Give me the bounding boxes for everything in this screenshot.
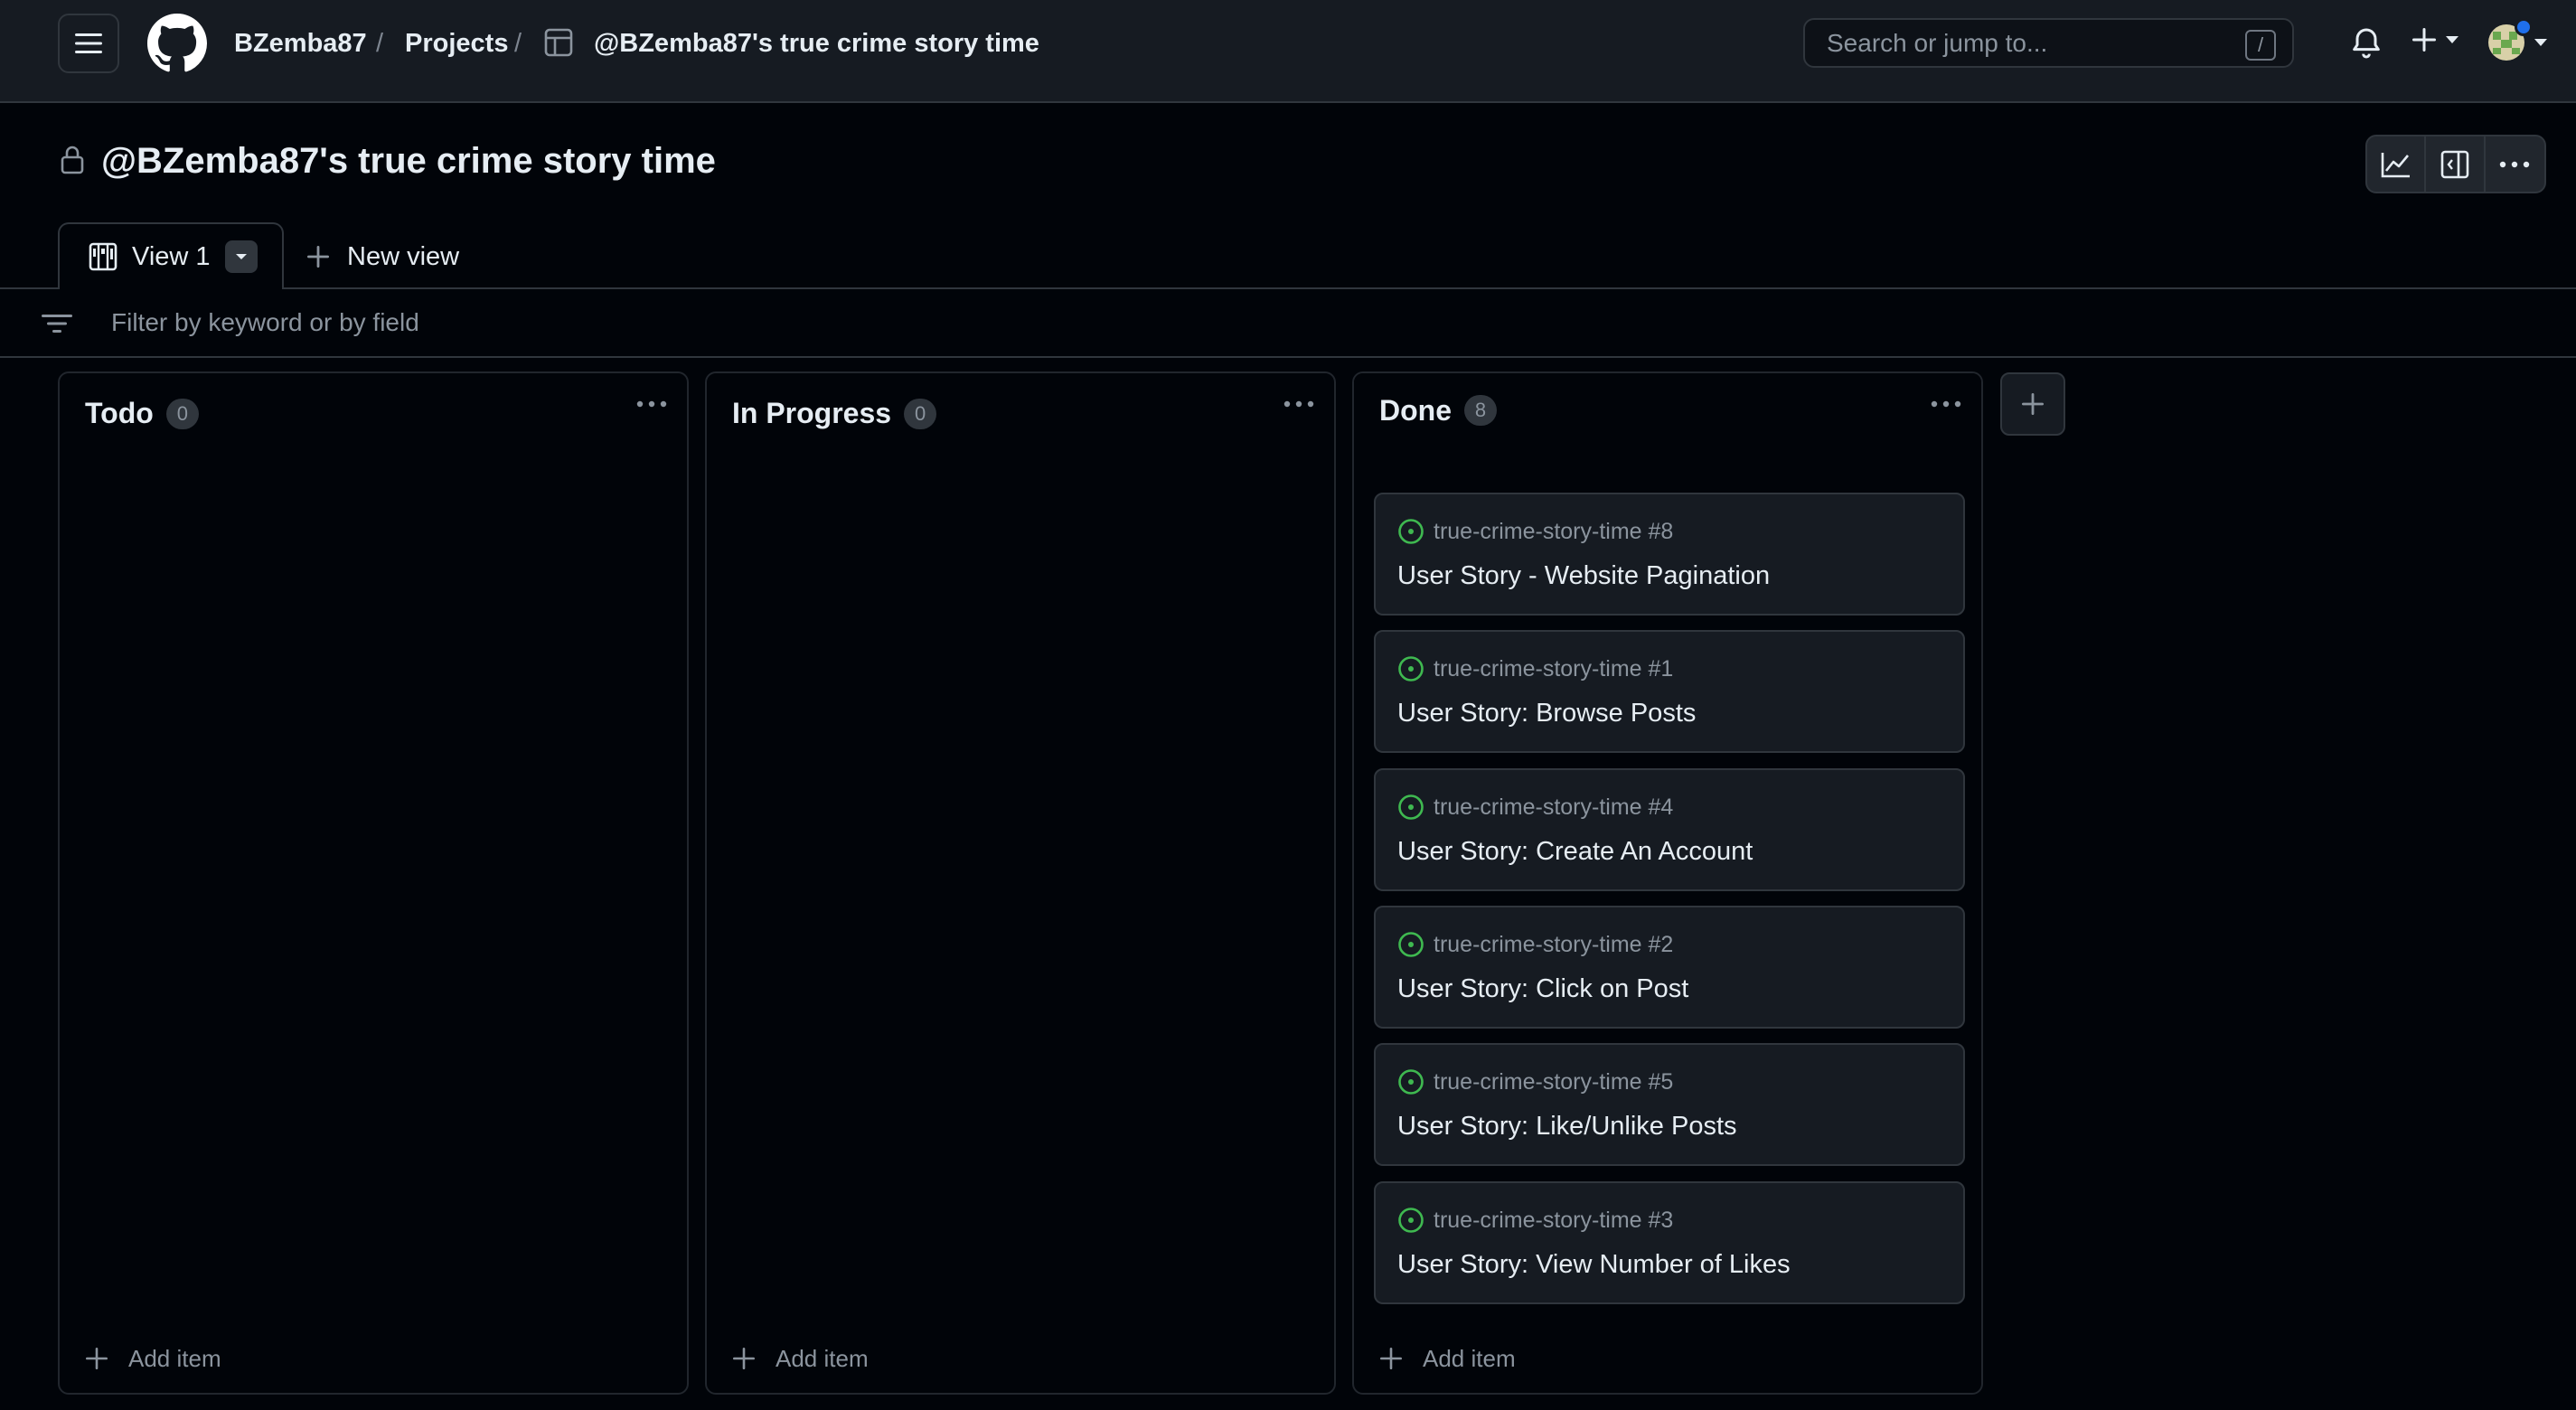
card-repo[interactable]: true-crime-story-time #4 [1434,794,1673,821]
plus-icon [2020,391,2045,417]
column-header: Done 8 [1354,373,1981,447]
card-title[interactable]: User Story: Like/Unlike Posts [1397,1112,1737,1142]
search-placeholder: Search or jump to... [1827,28,2048,57]
add-item-button[interactable]: Add item [1367,1337,1528,1380]
card-meta: true-crime-story-time #8 [1397,518,1673,545]
column-count-badge: 0 [165,398,199,429]
board-card[interactable]: true-crime-story-time #8 User Story - We… [1374,493,1965,616]
notification-dot [2515,18,2533,36]
column-name: Todo [85,397,154,429]
breadcrumb-projects[interactable]: Projects [405,27,508,60]
column-name: Done [1379,393,1452,427]
column-count-badge: 0 [904,398,937,429]
add-item-label: Add item [128,1344,221,1372]
card-meta: true-crime-story-time #4 [1397,794,1673,821]
column-header: In Progress 0 [732,397,937,430]
github-logo[interactable] [147,14,207,73]
card-repo[interactable]: true-crime-story-time #8 [1434,519,1673,545]
search-input[interactable]: Search or jump to... / [1803,18,2294,68]
board-card[interactable]: true-crime-story-time #4 User Story: Cre… [1374,768,1965,891]
column-count-badge: 8 [1464,395,1497,426]
board-icon [89,242,118,271]
filter-bar: Filter by keyword or by field [0,287,2576,358]
column-menu-icon[interactable] [636,400,667,408]
add-item-button[interactable]: Add item [719,1337,881,1380]
project-table-icon [544,28,573,57]
card-meta: true-crime-story-time #3 [1397,1207,1673,1234]
insights-graph-icon [2381,151,2411,178]
plus-icon [732,1347,756,1370]
issue-open-icon [1397,794,1424,821]
plus-icon [85,1347,108,1370]
add-item-button[interactable]: Add item [72,1337,234,1380]
add-column-button[interactable] [2000,372,2065,436]
more-options-button[interactable] [2486,136,2544,192]
search-shortcut-key: / [2245,30,2276,61]
board-card[interactable]: true-crime-story-time #5 User Story: Lik… [1374,1043,1965,1166]
board-column-in-progress: In Progress 0 Add item [705,371,1336,1395]
menu-icon [75,32,102,55]
add-item-label: Add item [1423,1344,1516,1372]
user-menu[interactable] [2487,18,2549,61]
column-menu-icon[interactable] [1931,400,1961,408]
board-column-todo: Todo 0 Add item [58,371,689,1395]
breadcrumb-owner[interactable]: BZemba87 [234,27,367,60]
avatar [2487,18,2533,61]
breadcrumb-project[interactable]: @BZemba87's true crime story time [594,27,1039,60]
menu-button[interactable] [58,14,119,73]
card-title[interactable]: User Story: Create An Account [1397,837,1753,867]
card-meta: true-crime-story-time #2 [1397,931,1673,958]
insights-button[interactable] [2367,136,2427,192]
issue-open-icon [1397,518,1424,545]
lock-icon [60,145,85,175]
create-new-button[interactable] [2410,25,2460,54]
column-name: In Progress [732,397,892,429]
plus-icon [1379,1347,1403,1370]
project-title: @BZemba87's true crime story time [101,141,716,181]
card-meta: true-crime-story-time #1 [1397,655,1673,682]
bell-icon[interactable] [2348,25,2384,61]
card-title[interactable]: User Story: View Number of Likes [1397,1250,1791,1280]
global-header: BZemba87 / Projects / @BZemba87's true c… [0,0,2576,103]
tab-label: View 1 [132,241,211,271]
card-repo[interactable]: true-crime-story-time #1 [1434,656,1673,682]
issue-open-icon [1397,655,1424,682]
card-title[interactable]: User Story: Click on Post [1397,974,1688,1004]
card-repo[interactable]: true-crime-story-time #3 [1434,1208,1673,1234]
issue-open-icon [1397,931,1424,958]
breadcrumb-separator: / [514,29,522,58]
new-view-label: New view [347,241,460,271]
card-meta: true-crime-story-time #5 [1397,1068,1673,1095]
new-view-button[interactable]: New view [306,237,459,277]
side-panel-icon [2440,150,2469,179]
more-options-icon [2499,161,2530,168]
card-repo[interactable]: true-crime-story-time #5 [1434,1069,1673,1095]
column-header: Todo 0 [85,397,199,430]
card-title[interactable]: User Story - Website Pagination [1397,561,1770,591]
tab-view-1[interactable]: View 1 [58,222,284,289]
column-menu-icon[interactable] [1283,400,1314,408]
board-card[interactable]: true-crime-story-time #3 User Story: Vie… [1374,1181,1965,1304]
issue-open-icon [1397,1068,1424,1095]
view-options-dropdown[interactable] [224,240,258,273]
board-column-done: Done 8 true-crime-story-time #8 User Sto… [1352,371,1983,1395]
plus-icon [2410,25,2439,54]
add-item-label: Add item [776,1344,869,1372]
card-repo[interactable]: true-crime-story-time #2 [1434,932,1673,958]
side-panel-button[interactable] [2426,136,2486,192]
plus-icon [306,244,331,269]
chevron-down-icon [2444,34,2460,45]
project-actions [2365,135,2546,193]
board-card[interactable]: true-crime-story-time #1 User Story: Bro… [1374,630,1965,753]
card-title[interactable]: User Story: Browse Posts [1397,699,1696,728]
board-card[interactable]: true-crime-story-time #2 User Story: Cli… [1374,906,1965,1029]
chevron-down-icon [2533,37,2549,48]
filter-input[interactable]: Filter by keyword or by field [111,308,419,337]
issue-open-icon [1397,1207,1424,1234]
filter-icon[interactable] [42,313,72,334]
breadcrumb-separator: / [376,29,384,58]
chevron-down-icon [234,252,249,261]
